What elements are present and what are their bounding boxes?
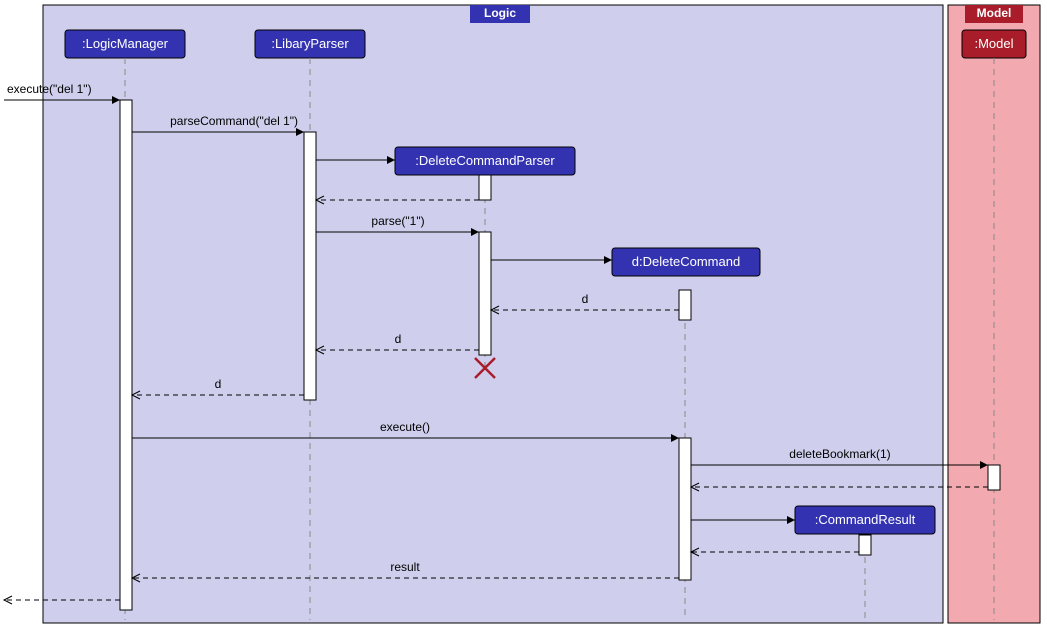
msg-execute-label: execute("del 1") [7, 82, 92, 96]
participant-delete-command-parser-label: :DeleteCommandParser [415, 153, 555, 168]
participant-logic-manager-label: :LogicManager [82, 36, 169, 51]
logic-frame-label: Logic [484, 6, 516, 20]
activation-dcp-2 [479, 232, 491, 355]
msg-return-d2-label: d [395, 332, 402, 346]
sequence-diagram: Logic Model :LogicManager :LibaryParser … [0, 0, 1047, 626]
participant-libary-parser-label: :LibaryParser [271, 36, 349, 51]
activation-dcp-1 [479, 175, 491, 200]
activation-model [988, 465, 1000, 490]
msg-parse-label: parse("1") [371, 214, 424, 228]
msg-return-d3-label: d [215, 377, 222, 391]
msg-deletebookmark-label: deleteBookmark(1) [789, 447, 890, 461]
activation-command-result [859, 535, 871, 555]
msg-result-label: result [390, 560, 420, 574]
msg-return-d1-label: d [582, 292, 589, 306]
activation-dc-2 [679, 438, 691, 580]
msg-execute2-label: execute() [380, 420, 430, 434]
activation-libary-parser [304, 132, 316, 400]
activation-dc-1 [679, 290, 691, 320]
activation-logic-manager [120, 100, 132, 610]
participant-delete-command-label: d:DeleteCommand [632, 254, 740, 269]
model-frame-label: Model [977, 6, 1012, 20]
participant-model-label: :Model [974, 36, 1013, 51]
participant-command-result-label: :CommandResult [815, 512, 916, 527]
msg-parsecommand-label: parseCommand("del 1") [170, 114, 298, 128]
